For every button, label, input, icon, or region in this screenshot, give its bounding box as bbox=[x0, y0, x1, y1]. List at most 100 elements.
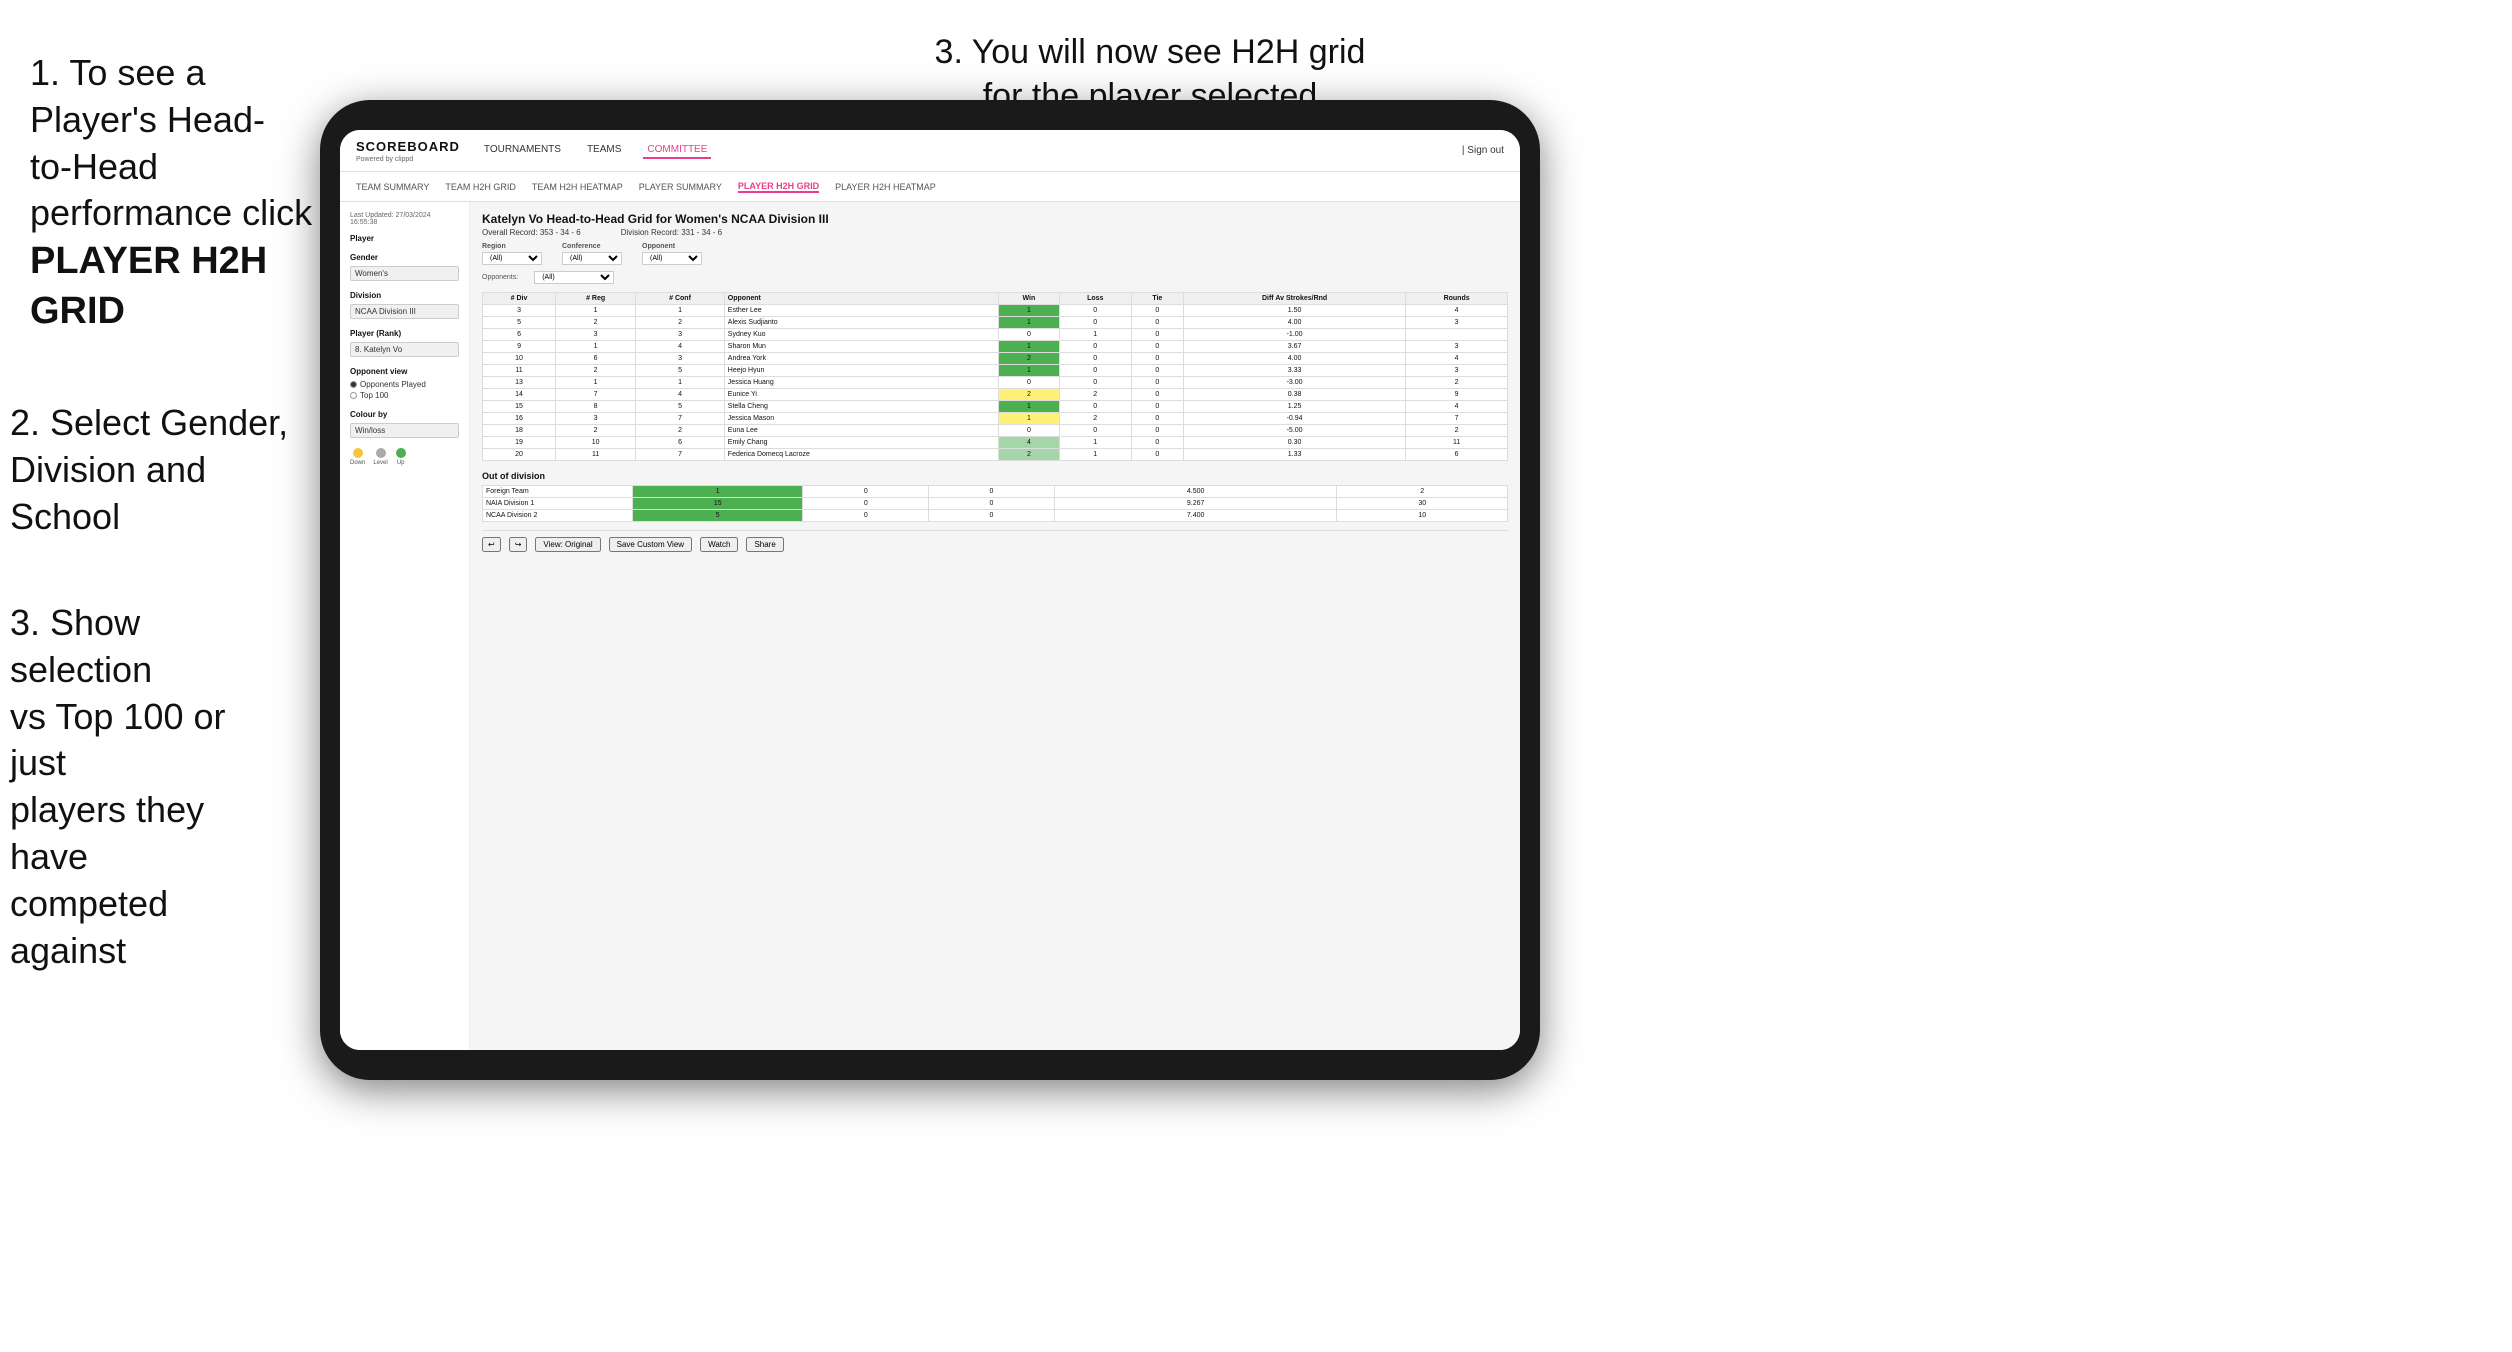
redo-button[interactable]: ↪ bbox=[509, 537, 528, 552]
ood-label: Foreign Team bbox=[483, 486, 633, 498]
instruction-2: 2. Select Gender, Division and School bbox=[10, 400, 290, 540]
table-row: 6 3 3 Sydney Kuo 0 1 0 -1.00 bbox=[483, 329, 1508, 341]
ood-label: NAIA Division 1 bbox=[483, 498, 633, 510]
cell-rounds: 9 bbox=[1406, 389, 1508, 401]
division-select[interactable]: NCAA Division III bbox=[350, 304, 459, 319]
legend-level-dot bbox=[376, 448, 386, 458]
last-updated: Last Updated: 27/03/2024 16:55:38 bbox=[350, 212, 459, 226]
gender-select[interactable]: Women's bbox=[350, 266, 459, 281]
tablet-frame: SCOREBOARD Powered by clippd TOURNAMENTS… bbox=[320, 100, 1540, 1080]
cell-conf: 3 bbox=[636, 353, 725, 365]
cell-diff: 3.33 bbox=[1183, 365, 1405, 377]
cell-reg: 10 bbox=[556, 437, 636, 449]
ood-win: 15 bbox=[633, 498, 803, 510]
opponent-select[interactable]: (All) bbox=[642, 252, 702, 265]
undo-button[interactable]: ↩ bbox=[482, 537, 501, 552]
cell-reg: 3 bbox=[556, 329, 636, 341]
table-row: 11 2 5 Heejo Hyun 1 0 0 3.33 3 bbox=[483, 365, 1508, 377]
nav-committee[interactable]: COMMITTEE bbox=[643, 142, 711, 159]
cell-win: 1 bbox=[998, 305, 1059, 317]
cell-win: 1 bbox=[998, 413, 1059, 425]
ood-rounds: 2 bbox=[1337, 486, 1508, 498]
nav-tournaments[interactable]: TOURNAMENTS bbox=[480, 142, 565, 159]
view-original-button[interactable]: View: Original bbox=[535, 537, 600, 552]
cell-win: 2 bbox=[998, 449, 1059, 461]
sub-nav: TEAM SUMMARY TEAM H2H GRID TEAM H2H HEAT… bbox=[340, 172, 1520, 202]
cell-div: 20 bbox=[483, 449, 556, 461]
sub-nav-player-summary[interactable]: PLAYER SUMMARY bbox=[639, 182, 722, 192]
region-select[interactable]: (All) bbox=[482, 252, 542, 265]
legend-up: Up bbox=[396, 448, 406, 466]
ood-loss: 0 bbox=[803, 498, 929, 510]
sub-nav-player-h2h-grid[interactable]: PLAYER H2H GRID bbox=[738, 181, 819, 193]
player-rank-select[interactable]: 8. Katelyn Vo bbox=[350, 342, 459, 357]
cell-tie: 0 bbox=[1131, 365, 1183, 377]
cell-loss: 0 bbox=[1059, 305, 1131, 317]
col-conf: # Conf bbox=[636, 293, 725, 305]
cell-diff: 4.00 bbox=[1183, 317, 1405, 329]
cell-div: 13 bbox=[483, 377, 556, 389]
cell-div: 15 bbox=[483, 401, 556, 413]
cell-conf: 1 bbox=[636, 305, 725, 317]
radio-opponents-played[interactable]: Opponents Played bbox=[350, 380, 459, 389]
cell-tie: 0 bbox=[1131, 389, 1183, 401]
colour-by-select[interactable]: Win/loss bbox=[350, 423, 459, 438]
radio-dot-1 bbox=[350, 381, 357, 388]
cell-tie: 0 bbox=[1131, 329, 1183, 341]
table-row: 19 10 6 Emily Chang 4 1 0 0.30 11 bbox=[483, 437, 1508, 449]
player-section: Player bbox=[350, 234, 459, 243]
cell-loss: 1 bbox=[1059, 449, 1131, 461]
cell-reg: 1 bbox=[556, 341, 636, 353]
cell-loss: 2 bbox=[1059, 389, 1131, 401]
cell-div: 19 bbox=[483, 437, 556, 449]
cell-tie: 0 bbox=[1131, 449, 1183, 461]
player-label: Player bbox=[350, 234, 459, 243]
table-row: 9 1 4 Sharon Mun 1 0 0 3.67 3 bbox=[483, 341, 1508, 353]
cell-reg: 11 bbox=[556, 449, 636, 461]
cell-opponent: Emily Chang bbox=[724, 437, 998, 449]
ood-tie: 0 bbox=[929, 510, 1055, 522]
cell-diff: 3.67 bbox=[1183, 341, 1405, 353]
cell-diff: -0.94 bbox=[1183, 413, 1405, 425]
region-filter: Region (All) bbox=[482, 243, 542, 265]
sub-nav-team-h2h-heatmap[interactable]: TEAM H2H HEATMAP bbox=[532, 182, 623, 192]
watch-button[interactable]: Watch bbox=[700, 537, 738, 552]
cell-conf: 2 bbox=[636, 425, 725, 437]
nav-teams[interactable]: TEAMS bbox=[583, 142, 625, 159]
division-section: Division NCAA Division III bbox=[350, 291, 459, 319]
main-data-table: # Div # Reg # Conf Opponent Win Loss Tie… bbox=[482, 292, 1508, 461]
sub-nav-player-h2h-heatmap[interactable]: PLAYER H2H HEATMAP bbox=[835, 182, 936, 192]
grid-area: Katelyn Vo Head-to-Head Grid for Women's… bbox=[470, 202, 1520, 1050]
cell-diff: 0.38 bbox=[1183, 389, 1405, 401]
cell-div: 18 bbox=[483, 425, 556, 437]
opponents-filter-select[interactable]: (All) bbox=[534, 271, 614, 284]
cell-loss: 0 bbox=[1059, 341, 1131, 353]
conference-select[interactable]: (All) bbox=[562, 252, 622, 265]
cell-div: 3 bbox=[483, 305, 556, 317]
radio-dot-2 bbox=[350, 392, 357, 399]
cell-opponent: Heejo Hyun bbox=[724, 365, 998, 377]
ood-diff: 4.500 bbox=[1054, 486, 1337, 498]
opponents-label: Opponents: bbox=[482, 274, 518, 281]
gender-section: Gender Women's bbox=[350, 253, 459, 281]
cell-reg: 7 bbox=[556, 389, 636, 401]
col-reg: # Reg bbox=[556, 293, 636, 305]
cell-conf: 4 bbox=[636, 389, 725, 401]
legend-level: Level bbox=[373, 448, 387, 466]
cell-diff: -3.00 bbox=[1183, 377, 1405, 389]
sign-out[interactable]: | Sign out bbox=[1462, 145, 1504, 156]
table-row: 18 2 2 Euna Lee 0 0 0 -5.00 2 bbox=[483, 425, 1508, 437]
save-custom-view-button[interactable]: Save Custom View bbox=[609, 537, 692, 552]
cell-win: 1 bbox=[998, 317, 1059, 329]
cell-rounds: 2 bbox=[1406, 425, 1508, 437]
cell-win: 2 bbox=[998, 353, 1059, 365]
ood-diff: 9.267 bbox=[1054, 498, 1337, 510]
share-button[interactable]: Share bbox=[746, 537, 783, 552]
cell-loss: 1 bbox=[1059, 437, 1131, 449]
cell-div: 10 bbox=[483, 353, 556, 365]
radio-top100[interactable]: Top 100 bbox=[350, 391, 459, 400]
sub-nav-team-summary[interactable]: TEAM SUMMARY bbox=[356, 182, 429, 192]
col-div: # Div bbox=[483, 293, 556, 305]
cell-rounds: 4 bbox=[1406, 305, 1508, 317]
sub-nav-team-h2h-grid[interactable]: TEAM H2H GRID bbox=[445, 182, 516, 192]
